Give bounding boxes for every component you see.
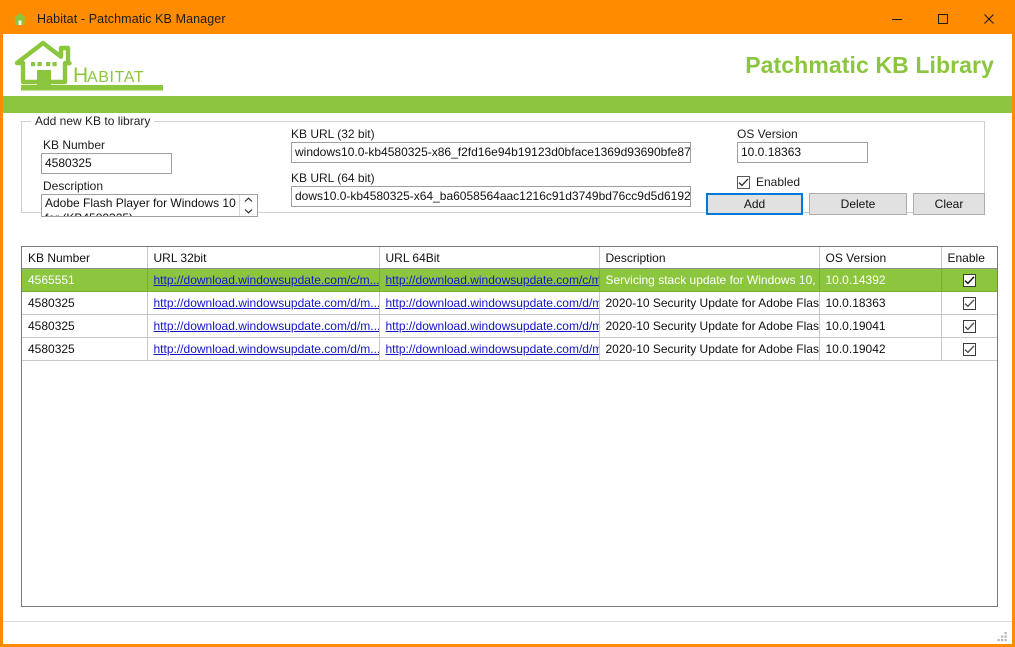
- column-header-os-version[interactable]: OS Version: [819, 247, 942, 269]
- cell-kb-number: 4580325: [22, 314, 148, 338]
- table-row[interactable]: 4580325 http://download.windowsupdate.co…: [22, 337, 997, 361]
- delete-button[interactable]: Delete: [809, 193, 907, 215]
- cell-os-version: 10.0.14392: [819, 268, 942, 292]
- url32-link[interactable]: http://download.windowsupdate.com/d/m...: [154, 342, 379, 356]
- cell-os-version: 10.0.19041: [819, 314, 942, 338]
- kb-table: KB Number URL 32bit URL 64Bit Descriptio…: [22, 247, 997, 361]
- cell-url32[interactable]: http://download.windowsupdate.com/d/m...: [147, 291, 380, 315]
- cell-kb-number: 4580325: [22, 291, 148, 315]
- checkmark-icon: [964, 276, 975, 285]
- column-header-url32[interactable]: URL 32bit: [147, 247, 380, 269]
- kb-library-grid[interactable]: KB Number URL 32bit URL 64Bit Descriptio…: [21, 246, 998, 607]
- header-band: H ABITAT Patchmatic KB Library: [3, 34, 1012, 96]
- house-icon: [12, 10, 28, 27]
- add-kb-form: Add new KB to library KB Number 4580325 …: [3, 113, 1012, 221]
- cell-os-version: 10.0.18363: [819, 291, 942, 315]
- url64-link[interactable]: http://download.windowsupdate.com/d/m...: [386, 319, 599, 333]
- description-label: Description: [43, 179, 104, 193]
- table-row[interactable]: 4580325 http://download.windowsupdate.co…: [22, 314, 997, 338]
- cell-url32[interactable]: http://download.windowsupdate.com/c/m...: [147, 268, 380, 292]
- os-version-label: OS Version: [737, 127, 798, 141]
- description-spinner[interactable]: [239, 195, 257, 216]
- minimize-icon: [892, 18, 902, 20]
- cell-url64[interactable]: http://download.windowsupdate.com/d/m...: [379, 314, 600, 338]
- os-version-input[interactable]: 10.0.18363: [737, 142, 868, 163]
- cell-enable[interactable]: [941, 291, 997, 315]
- cell-kb-number: 4565551: [22, 268, 148, 292]
- cell-enable[interactable]: [941, 337, 997, 361]
- cell-url64[interactable]: http://download.windowsupdate.com/d/m...: [379, 337, 600, 361]
- enable-checkbox[interactable]: [962, 274, 976, 288]
- checkmark-icon: [964, 345, 975, 354]
- url32-link[interactable]: http://download.windowsupdate.com/d/m...: [154, 319, 379, 333]
- url32-label: KB URL (32 bit): [291, 127, 375, 141]
- chevron-up-icon: [244, 197, 253, 203]
- url64-link[interactable]: http://download.windowsupdate.com/d/m...: [386, 296, 599, 310]
- resize-grip-icon[interactable]: [996, 629, 1009, 642]
- checkmark-icon: [964, 299, 975, 308]
- close-button[interactable]: [966, 3, 1012, 34]
- cell-description: 2020-10 Security Update for Adobe Flash …: [599, 337, 820, 361]
- cell-url32[interactable]: http://download.windowsupdate.com/d/m...: [147, 314, 380, 338]
- enable-checkbox[interactable]: [962, 297, 976, 311]
- chevron-down-icon: [244, 208, 253, 214]
- habitat-logo: H ABITAT: [14, 40, 163, 91]
- svg-text:ABITAT: ABITAT: [87, 69, 144, 86]
- column-header-url64[interactable]: URL 64Bit: [379, 247, 600, 269]
- status-bar: [3, 621, 1012, 644]
- table-header-row: KB Number URL 32bit URL 64Bit Descriptio…: [22, 247, 997, 269]
- url32-input[interactable]: windows10.0-kb4580325-x86_f2fd16e94b1912…: [291, 142, 691, 163]
- cell-description: Servicing stack update for Windows 10, v…: [599, 268, 820, 292]
- column-header-kb-number[interactable]: KB Number: [22, 247, 148, 269]
- checkmark-icon: [964, 322, 975, 331]
- column-header-description[interactable]: Description: [599, 247, 820, 269]
- enable-checkbox[interactable]: [962, 320, 976, 334]
- kb-number-label: KB Number: [43, 138, 106, 152]
- cell-os-version: 10.0.19042: [819, 337, 942, 361]
- add-button[interactable]: Add: [706, 193, 803, 215]
- table-row[interactable]: 4565551 http://download.windowsupdate.co…: [22, 268, 997, 292]
- description-combo[interactable]: Adobe Flash Player for Windows 10 for (K…: [41, 194, 258, 217]
- column-header-enable[interactable]: Enable: [941, 247, 997, 269]
- application-window: Habitat - Patchmatic KB Manager H ABITAT…: [0, 0, 1015, 647]
- green-divider: [3, 96, 1012, 113]
- url64-link[interactable]: http://download.windowsupdate.com/c/m...: [386, 273, 599, 287]
- cell-kb-number: 4580325: [22, 337, 148, 361]
- enabled-label: Enabled: [756, 175, 801, 189]
- description-value: Adobe Flash Player for Windows 10 for (K…: [45, 196, 236, 216]
- url32-link[interactable]: http://download.windowsupdate.com/d/m...: [154, 296, 379, 310]
- enable-checkbox[interactable]: [962, 343, 976, 357]
- window-title: Habitat - Patchmatic KB Manager: [37, 11, 226, 26]
- title-bar[interactable]: Habitat - Patchmatic KB Manager: [3, 3, 1012, 34]
- minimize-button[interactable]: [874, 3, 920, 34]
- cell-enable[interactable]: [941, 314, 997, 338]
- cell-enable[interactable]: [941, 268, 997, 292]
- cell-url64[interactable]: http://download.windowsupdate.com/d/m...: [379, 291, 600, 315]
- cell-url64[interactable]: http://download.windowsupdate.com/c/m...: [379, 268, 600, 292]
- cell-description: 2020-10 Security Update for Adobe Flash …: [599, 291, 820, 315]
- cell-description: 2020-10 Security Update for Adobe Flash …: [599, 314, 820, 338]
- enabled-checkbox-box: [737, 175, 750, 189]
- clear-button[interactable]: Clear: [913, 193, 985, 215]
- url64-input[interactable]: dows10.0-kb4580325-x64_ba6058564aac1216c…: [291, 186, 691, 207]
- url64-link[interactable]: http://download.windowsupdate.com/d/m...: [386, 342, 599, 356]
- table-body: 4565551 http://download.windowsupdate.co…: [22, 268, 997, 361]
- page-title: Patchmatic KB Library: [745, 51, 994, 78]
- url32-link[interactable]: http://download.windowsupdate.com/c/m...: [154, 273, 379, 287]
- enabled-checkbox[interactable]: Enabled: [737, 175, 800, 189]
- kb-number-input[interactable]: 4580325: [41, 153, 172, 174]
- groupbox-title: Add new KB to library: [31, 114, 155, 128]
- url64-label: KB URL (64 bit): [291, 171, 375, 185]
- window-controls: [874, 3, 1012, 34]
- close-icon: [984, 13, 994, 24]
- cell-url32[interactable]: http://download.windowsupdate.com/d/m...: [147, 337, 380, 361]
- maximize-icon: [938, 13, 948, 24]
- table-row[interactable]: 4580325 http://download.windowsupdate.co…: [22, 291, 997, 315]
- checkmark-icon: [738, 177, 749, 186]
- maximize-button[interactable]: [920, 3, 966, 34]
